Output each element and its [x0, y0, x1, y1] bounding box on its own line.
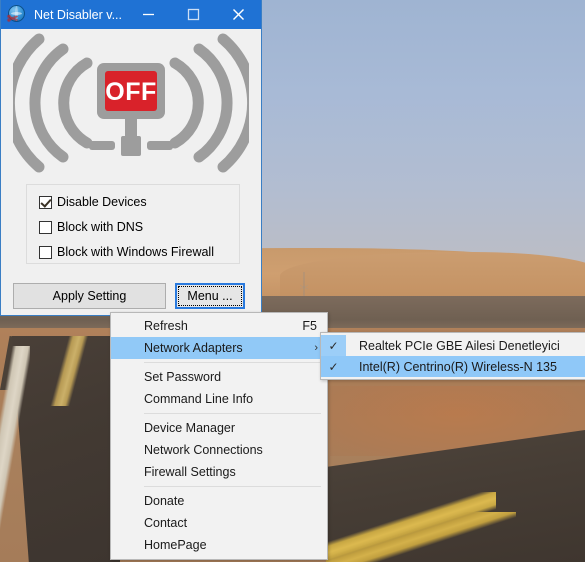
- menu-item-set-password[interactable]: Set Password: [111, 366, 327, 388]
- menu-item-label: Network Adapters: [144, 341, 243, 355]
- net-disabler-window: ✄ Net Disabler v... OFF Disable Devices …: [0, 0, 262, 316]
- option-disable-devices[interactable]: Disable Devices: [39, 194, 239, 210]
- checkbox-block-with-dns[interactable]: [39, 220, 52, 234]
- checkbox-block-with-firewall[interactable]: [39, 245, 52, 259]
- title-bar: ✄ Net Disabler v...: [1, 0, 261, 29]
- menu-separator: [144, 486, 321, 487]
- submenu-item-label: Intel(R) Centrino(R) Wireless-N 135: [359, 359, 557, 374]
- menu-separator: [144, 362, 321, 363]
- menu-item-firewall-settings[interactable]: Firewall Settings: [111, 461, 327, 483]
- apply-setting-button[interactable]: Apply Setting: [13, 283, 166, 309]
- menu-separator: [144, 413, 321, 414]
- menu-item-label: HomePage: [144, 538, 207, 552]
- options-group: Disable Devices Block with DNS Block wit…: [26, 184, 240, 264]
- option-label: Disable Devices: [57, 195, 147, 209]
- maximize-button[interactable]: [171, 0, 216, 29]
- option-label: Block with Windows Firewall: [57, 245, 214, 259]
- option-block-with-firewall[interactable]: Block with Windows Firewall: [39, 244, 239, 260]
- button-row: Apply Setting Menu ...: [1, 283, 263, 311]
- menu-item-label: Command Line Info: [144, 392, 254, 406]
- check-icon: ✓: [321, 356, 346, 377]
- menu-item-label: Network Connections: [144, 443, 263, 457]
- network-off-illustration: OFF: [1, 29, 261, 177]
- wallpaper-road-line-right-inner: [326, 512, 516, 562]
- checkbox-disable-devices[interactable]: [39, 195, 52, 209]
- window-controls: [126, 0, 261, 29]
- scissors-glyph: ✄: [7, 10, 18, 26]
- menu-item-label: Contact: [144, 516, 188, 530]
- menu-item-device-manager[interactable]: Device Manager: [111, 417, 327, 439]
- menu-item-network-adapters[interactable]: Network Adapters ›: [111, 337, 327, 359]
- menu-item-label: Refresh: [144, 319, 188, 333]
- context-menu: Refresh F5 Network Adapters › Set Passwo…: [110, 312, 328, 560]
- option-label: Block with DNS: [57, 220, 144, 234]
- menu-item-command-line-info[interactable]: Command Line Info: [111, 388, 327, 410]
- menu-item-homepage[interactable]: HomePage: [111, 534, 327, 556]
- menu-item-label: Set Password: [144, 370, 222, 384]
- submenu-item-intel[interactable]: ✓ Intel(R) Centrino(R) Wireless-N 135: [321, 356, 585, 377]
- globe-scissors-icon: ✄: [6, 4, 28, 26]
- wallpaper-dune-secondary: [280, 252, 585, 298]
- menu-button[interactable]: Menu ...: [175, 283, 245, 309]
- menu-item-refresh[interactable]: Refresh F5: [111, 315, 327, 337]
- menu-item-contact[interactable]: Contact: [111, 512, 327, 534]
- menu-item-label: Donate: [144, 494, 185, 508]
- focus-rectangle: [178, 286, 242, 306]
- menu-item-network-connections[interactable]: Network Connections: [111, 439, 327, 461]
- network-adapters-submenu: ✓ Realtek PCIe GBE Ailesi Denetleyici ✓ …: [320, 332, 585, 380]
- window-title: Net Disabler v...: [34, 7, 122, 22]
- off-graphic: OFF: [13, 33, 249, 173]
- svg-text:OFF: OFF: [105, 78, 157, 106]
- menu-item-label: Device Manager: [144, 421, 236, 435]
- chevron-right-icon: ›: [314, 342, 318, 354]
- submenu-item-realtek[interactable]: ✓ Realtek PCIe GBE Ailesi Denetleyici: [321, 335, 585, 356]
- menu-item-accelerator: F5: [302, 319, 317, 333]
- minimize-button[interactable]: [126, 0, 171, 29]
- wallpaper-road-edge-line: [0, 346, 30, 562]
- option-block-with-dns[interactable]: Block with DNS: [39, 219, 239, 235]
- menu-item-donate[interactable]: Donate: [111, 490, 327, 512]
- close-button[interactable]: [216, 0, 261, 29]
- submenu-item-label: Realtek PCIe GBE Ailesi Denetleyici: [359, 338, 560, 353]
- check-icon: ✓: [321, 335, 346, 356]
- menu-item-label: Firewall Settings: [144, 465, 236, 479]
- desktop-screen: ✄ Net Disabler v... OFF Disable Devices …: [0, 0, 585, 562]
